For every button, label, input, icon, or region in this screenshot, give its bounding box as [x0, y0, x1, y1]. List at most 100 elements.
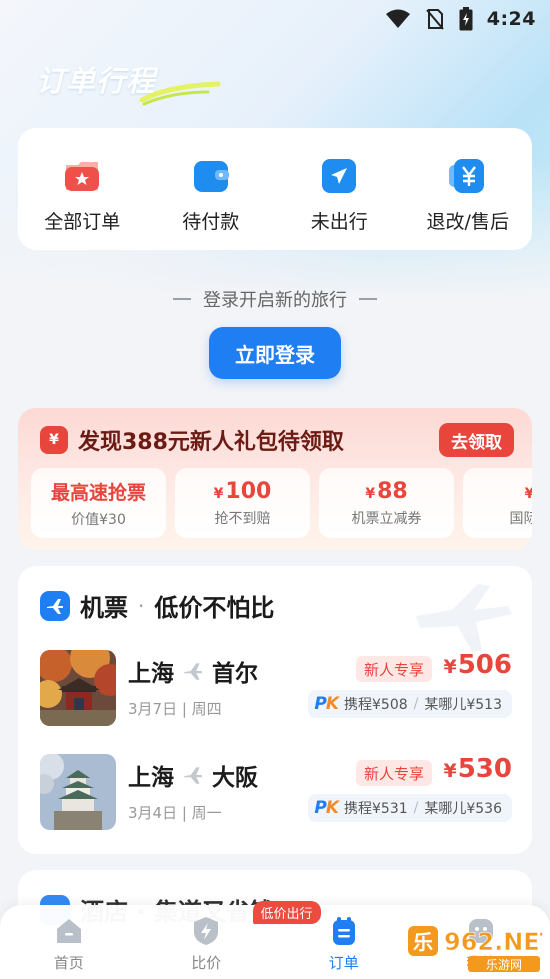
svg-text:962.NET: 962.NET: [444, 928, 542, 956]
login-button[interactable]: 立即登录: [209, 327, 341, 379]
coupon-value: 100: [225, 478, 272, 504]
coupon-card[interactable]: ¥100 抢不到赔: [175, 468, 310, 538]
flight-section-title: 机票: [80, 594, 128, 622]
flight-section-subtitle: 低价不怕比: [154, 594, 275, 622]
tab-home-label: 首页: [53, 954, 84, 972]
departure-city: 上海: [128, 661, 174, 687]
airplane-arrow-icon: [184, 663, 202, 680]
tab-home[interactable]: 首页: [0, 905, 138, 979]
coupon-currency: ¥: [524, 485, 532, 502]
tab-orders[interactable]: 订单: [275, 905, 413, 979]
competitor-price-b: 某哪儿¥513: [424, 697, 502, 713]
home-icon: [56, 919, 81, 943]
coupon-currency: ¥: [213, 485, 224, 502]
coupon-value: 88: [377, 478, 408, 504]
route-cities: 上海 首尔: [128, 654, 258, 688]
destination-thumbnail-seoul: [40, 650, 116, 726]
coupon-subtitle: 国际机: [509, 510, 533, 527]
new-user-tag: 新人专享: [355, 656, 432, 682]
pk-logo-p: P: [314, 694, 327, 714]
site-watermark-logo: 乐 962.NET 乐游网: [408, 926, 542, 972]
pk-logo-p: P: [314, 798, 327, 818]
coupon-amount: ¥: [525, 479, 532, 504]
compare-lightning-icon: [194, 917, 219, 945]
flight-route-item[interactable]: 上海 大阪 3月4日 | 周一 新人专享 ¥530 PK 携程¥531 / 某哪…: [40, 754, 512, 830]
refund-service-button[interactable]: 退改/售后: [404, 128, 533, 250]
competitor-price-a: 携程¥531: [344, 801, 408, 817]
price-value: 530: [457, 754, 512, 784]
divider-right: [359, 298, 377, 300]
flight-deals-card: 机票 · 低价不怕比 上海 首尔 3月7日 | 周四 新人专享 ¥506 PK …: [18, 566, 532, 854]
pending-payment-button[interactable]: 待付款: [147, 128, 276, 250]
flight-date: 3月7日 | 周四: [128, 700, 222, 718]
pk-logo-icon: PK: [314, 798, 339, 818]
pk-logo-icon: PK: [314, 694, 339, 714]
arrival-city: 大阪: [212, 765, 258, 791]
coupon-subtitle: 价值¥30: [71, 511, 126, 528]
competitor-separator: /: [413, 800, 419, 816]
title-separator: ·: [138, 593, 145, 618]
coupon-list: 最高速抢票 价值¥30 ¥100 抢不到赔 ¥88 机票立减券 ¥ 国际机: [31, 468, 532, 538]
status-time: 4:24: [486, 8, 536, 30]
yen-refund-icon: [448, 159, 484, 193]
refund-service-label: 退改/售后: [426, 211, 509, 233]
wifi-icon: [385, 9, 410, 28]
coupon-subtitle: 抢不到赔: [214, 510, 271, 527]
airplane-arrow-icon: [184, 767, 202, 784]
coupon-amount: ¥88: [365, 479, 407, 504]
airplane-watermark-icon: [416, 584, 512, 652]
competitor-separator: /: [413, 696, 419, 712]
coupon-title: 最高速抢票: [50, 481, 146, 504]
new-user-tag: 新人专享: [355, 760, 432, 786]
login-hint-text: 登录开启新的旅行: [203, 290, 347, 311]
flight-price: ¥530: [443, 754, 512, 784]
tab-compare[interactable]: 低价出行 比价: [138, 901, 321, 979]
competitor-price-a: 携程¥508: [344, 697, 408, 713]
gift-title: 发现388元新人礼包待领取: [78, 430, 344, 455]
route-cities: 上海 大阪: [128, 758, 258, 792]
coupon-subtitle: 机票立减券: [351, 510, 422, 527]
new-user-gift-card[interactable]: ¥ 发现388元新人礼包待领取 去领取 最高速抢票 价值¥30 ¥100 抢不到…: [18, 408, 532, 550]
yen-coupon-icon: ¥: [40, 426, 68, 454]
flight-section-header[interactable]: 机票 · 低价不怕比: [40, 588, 274, 623]
all-orders-button[interactable]: 全部订单: [18, 128, 147, 250]
all-orders-label: 全部订单: [44, 211, 121, 233]
coupon-card[interactable]: ¥ 国际机: [463, 468, 532, 538]
coupon-currency: ¥: [365, 485, 376, 502]
order-shortcuts-card: 全部订单 待付款 未出行 退改/售后: [18, 128, 532, 250]
paper-plane-icon: [322, 159, 357, 193]
svg-text:乐游网: 乐游网: [486, 958, 522, 972]
wallet-icon: [193, 161, 229, 192]
pk-logo-k: K: [325, 798, 339, 818]
flight-route-item[interactable]: 上海 首尔 3月7日 | 周四 新人专享 ¥506 PK 携程¥508 / 某哪…: [40, 650, 512, 726]
order-folder-icon: [65, 162, 100, 191]
coupon-amount: ¥100: [214, 479, 272, 504]
order-icon: [332, 917, 355, 945]
price-currency: ¥: [443, 656, 457, 678]
status-bar: 4:24: [0, 0, 550, 38]
price-value: 506: [457, 650, 512, 680]
svg-text:乐: 乐: [413, 930, 433, 954]
gift-header: ¥ 发现388元新人礼包待领取: [40, 424, 344, 456]
upcoming-trips-button[interactable]: 未出行: [275, 128, 404, 250]
pk-logo-k: K: [325, 694, 339, 714]
price-comparison: PK 携程¥508 / 某哪儿¥513: [308, 690, 512, 718]
pending-payment-label: 待付款: [182, 211, 240, 233]
arrival-city: 首尔: [212, 661, 258, 687]
departure-city: 上海: [128, 765, 174, 791]
no-sim-icon: [425, 9, 444, 30]
flight-date: 3月4日 | 周一: [128, 804, 222, 822]
coupon-card[interactable]: 最高速抢票 价值¥30: [31, 468, 166, 538]
battery-charging-icon: [459, 7, 473, 31]
airplane-icon: [40, 590, 70, 621]
claim-gift-button[interactable]: 去领取: [439, 423, 514, 457]
flight-price: ¥506: [443, 650, 512, 680]
divider-left: [173, 298, 191, 300]
tab-orders-label: 订单: [328, 954, 359, 972]
upcoming-trips-label: 未出行: [310, 211, 368, 233]
price-comparison: PK 携程¥531 / 某哪儿¥536: [308, 794, 512, 822]
title-swoosh-decoration: [139, 81, 221, 106]
destination-thumbnail-osaka: [40, 754, 116, 830]
coupon-card[interactable]: ¥88 机票立减券: [319, 468, 454, 538]
tab-compare-label: 比价: [191, 954, 222, 972]
